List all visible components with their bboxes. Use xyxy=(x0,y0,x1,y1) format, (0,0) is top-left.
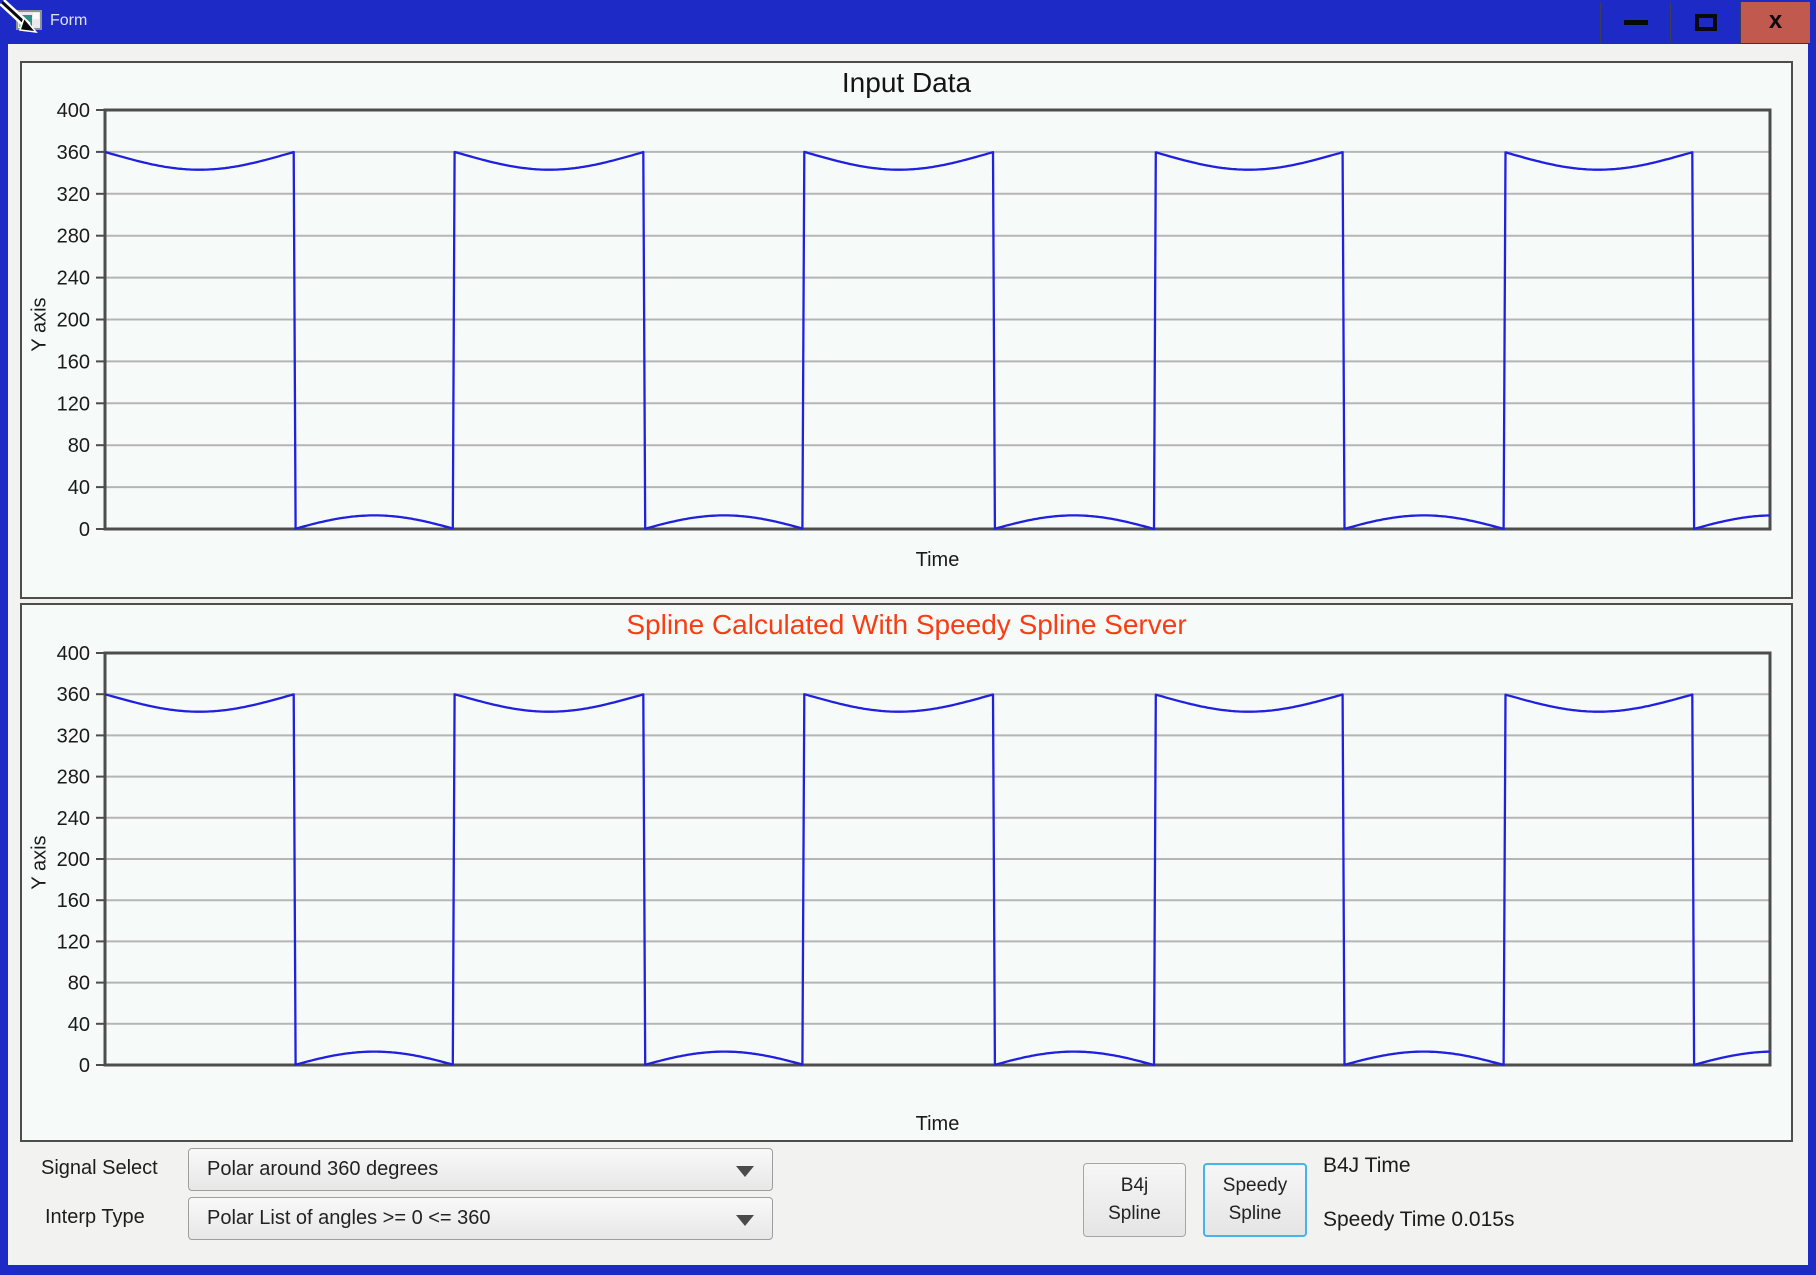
maximize-button[interactable] xyxy=(1670,2,1740,43)
y-tick-label: 320 xyxy=(57,184,90,206)
y-tick-label: 280 xyxy=(57,767,90,789)
app-window: Form x 0 40 80 120 160 200 240 280 320 360 400 Inp… xyxy=(0,0,1816,1275)
window-controls: x xyxy=(1600,2,1810,43)
y-tick-label: 200 xyxy=(57,310,90,332)
chart-title: Input Data xyxy=(841,67,972,98)
signal-curve xyxy=(104,150,1771,531)
y-tick-label: 240 xyxy=(57,808,90,830)
y-tick-label: 360 xyxy=(57,142,90,164)
x-axis-label: Time xyxy=(915,1113,960,1135)
speedy-spline-button[interactable]: Speedy Spline xyxy=(1203,1163,1307,1237)
close-button[interactable]: x xyxy=(1740,2,1810,43)
y-tick-label: 80 xyxy=(68,973,90,995)
y-tick-label: 40 xyxy=(68,477,90,499)
y-tick-label: 320 xyxy=(57,725,90,747)
speedy-spline-button-line1: Speedy xyxy=(1222,1175,1288,1197)
y-tick-label: 40 xyxy=(68,1014,90,1036)
b4j-spline-button-line2: Spline xyxy=(1108,1203,1161,1224)
y-tick-label: 0 xyxy=(79,1055,90,1077)
chevron-down-icon xyxy=(736,1166,754,1177)
y-tick-label: 240 xyxy=(57,268,90,290)
signal-select-combobox[interactable]: Polar around 360 degrees xyxy=(188,1148,773,1191)
interp-type-value: Polar List of angles >= 0 <= 360 xyxy=(207,1207,491,1229)
y-tick-label: 160 xyxy=(57,351,90,373)
y-axis-label: Y axis xyxy=(28,297,51,352)
y-tick-label: 280 xyxy=(57,226,90,248)
speedy-spline-button-line2: Spline xyxy=(1228,1203,1282,1224)
signal-select-value: Polar around 360 degrees xyxy=(207,1158,439,1180)
y-tick-label: 160 xyxy=(57,890,90,912)
y-tick-label: 400 xyxy=(57,100,90,122)
signal-curve xyxy=(104,693,1771,1067)
form-window-icon xyxy=(16,10,42,30)
interp-type-label: Interp Type xyxy=(45,1206,145,1228)
input-data-chart-panel: 0 40 80 120 160 200 240 280 320 360 400 Input Data… xyxy=(20,61,1793,599)
spline-chart: 0 40 80 120 160 200 240 280 320 360 400 xyxy=(57,643,1772,1077)
b4j-spline-button[interactable]: B4j Spline xyxy=(1083,1163,1186,1237)
minimize-icon xyxy=(1623,20,1648,25)
close-icon: x xyxy=(1768,6,1783,34)
window-title: Form xyxy=(50,12,88,29)
minimize-button[interactable] xyxy=(1600,2,1670,43)
signal-select-label: Signal Select xyxy=(41,1157,158,1179)
chevron-down-icon xyxy=(736,1215,754,1226)
y-tick-label: 360 xyxy=(57,684,90,706)
y-tick-label: 120 xyxy=(57,931,90,953)
y-tick-label: 200 xyxy=(57,849,90,871)
maximize-icon xyxy=(1694,14,1717,31)
spline-chart-panel: 0 40 80 120 160 200 240 280 320 360 400 Spline Cal… xyxy=(20,603,1793,1142)
y-axis-label: Y axis xyxy=(28,835,51,890)
y-tick-label: 120 xyxy=(57,393,90,415)
y-tick-label: 400 xyxy=(57,643,90,665)
y-tick-label: 80 xyxy=(68,435,90,457)
client-area: 0 40 80 120 160 200 240 280 320 360 400 Input Data… xyxy=(8,44,1808,1265)
input-data-chart: 0 40 80 120 160 200 240 280 320 360 400 xyxy=(57,100,1772,541)
b4j-time-label: B4J Time xyxy=(1323,1154,1411,1177)
b4j-spline-button-line1: B4j xyxy=(1120,1175,1149,1197)
chart-title: Spline Calculated With Speedy Spline Ser… xyxy=(626,609,1187,640)
titlebar: Form x xyxy=(0,0,1816,44)
y-tick-label: 0 xyxy=(79,519,90,541)
x-axis-label: Time xyxy=(915,549,960,571)
speedy-time-label: Speedy Time 0.015s xyxy=(1323,1208,1515,1231)
interp-type-combobox[interactable]: Polar List of angles >= 0 <= 360 xyxy=(188,1197,773,1240)
